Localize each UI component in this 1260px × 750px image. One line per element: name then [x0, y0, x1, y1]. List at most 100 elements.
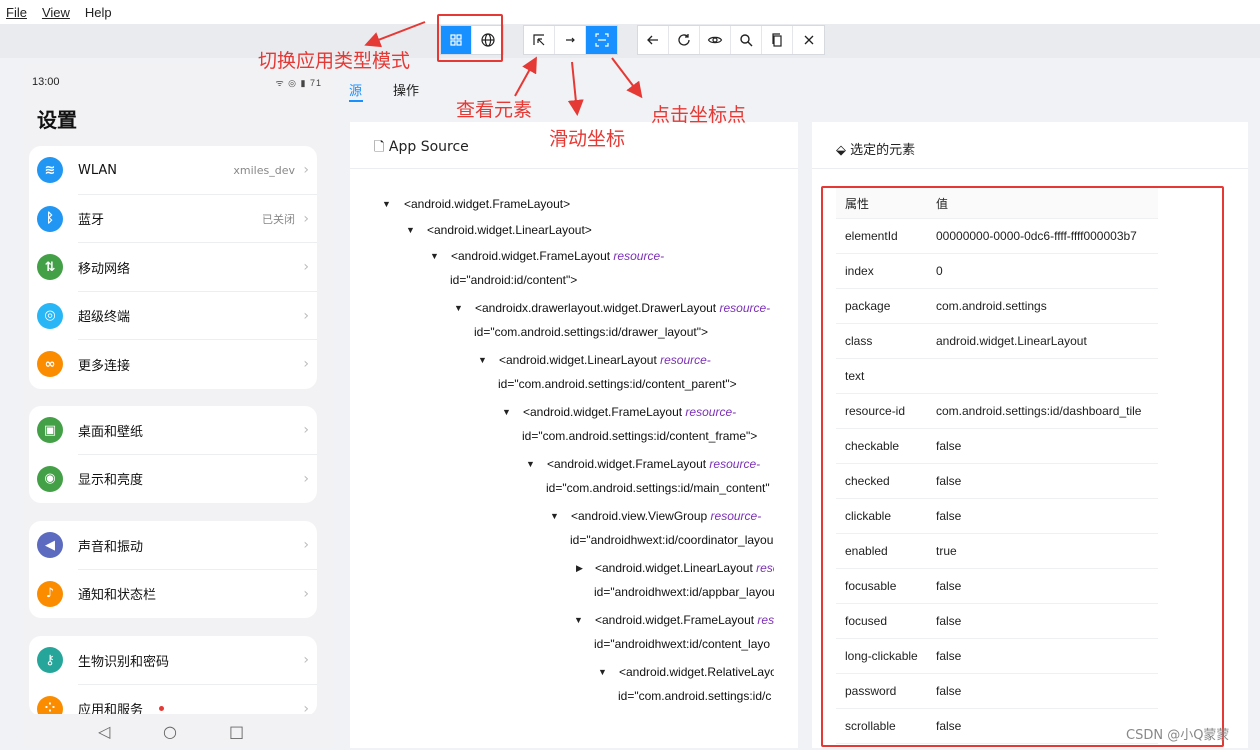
select-element-button[interactable] [524, 26, 555, 54]
chevron-right-icon: › [303, 470, 309, 487]
caret-right-icon[interactable]: ▶ [576, 556, 583, 580]
wallpaper-icon: ▣ [37, 417, 63, 444]
settings-item-sound[interactable]: ◀ 声音和振动 › [29, 521, 317, 570]
tree-node[interactable]: ▼ <androidx.drawerlayout.widget.DrawerLa… [454, 296, 770, 344]
menu-file[interactable]: File [6, 5, 27, 20]
app-source-title: App Source [388, 139, 469, 155]
watermark: CSDN @小Q蒙蒙 [1126, 728, 1230, 743]
tag-icon: ⬙ [836, 143, 846, 158]
arrow-inspect [514, 56, 537, 97]
arrow-swipe [567, 61, 584, 116]
tree-node[interactable]: ▼ <android.widget.FrameLayout reso id="a… [574, 608, 774, 656]
tap-coordinates-button[interactable] [586, 26, 617, 54]
show-hide-button[interactable] [700, 26, 731, 54]
back-button[interactable] [638, 26, 669, 54]
settings-item-label: 显示和亮度 [78, 473, 144, 489]
tab-actions[interactable]: 操作 [393, 80, 419, 99]
settings-item-super-device[interactable]: ◎ 超级终端 › [29, 292, 317, 340]
status-icons: ᯤ ◎ ▮ 71 [275, 78, 322, 88]
settings-card-sound: ◀ 声音和振动 › ♪ 通知和状态栏 › [29, 521, 317, 618]
red-dot-badge [159, 706, 164, 712]
chevron-right-icon: › [303, 652, 309, 669]
nav-back-icon[interactable]: ◁ [98, 722, 110, 741]
nav-recents-icon[interactable]: □ [229, 722, 244, 741]
caret-down-icon[interactable]: ▼ [406, 218, 415, 242]
tree-node[interactable]: ▼ <android.widget.FrameLayout> [382, 192, 570, 216]
caret-down-icon[interactable]: ▼ [478, 348, 487, 372]
notification-icon: ♪ [37, 580, 63, 607]
annotation-tap-label: 点击坐标点 [651, 104, 747, 126]
menu-view[interactable]: View [42, 5, 70, 20]
tree-node[interactable]: ▼ <android.widget.RelativeLayo id="com.a… [598, 660, 774, 706]
settings-item-label: 声音和振动 [78, 539, 144, 555]
tree-node[interactable]: ▼ <android.widget.LinearLayout resource-… [478, 348, 737, 396]
caret-down-icon[interactable]: ▼ [454, 296, 463, 320]
arrow-left-icon [647, 35, 658, 45]
annotation-swipe-label: 滑动坐标 [549, 128, 626, 150]
settings-item-value: 已关闭 [262, 212, 295, 226]
settings-item-more-connections[interactable]: ∞ 更多连接 › [29, 340, 317, 389]
selected-element-header: ⬙ 选定的元素 [812, 122, 1248, 169]
tab-source[interactable]: 源 [349, 80, 362, 99]
tree-node[interactable]: ▼ <android.widget.FrameLayout resource- … [502, 400, 757, 448]
annotation-mode-label: 切换应用类型模式 [258, 50, 411, 72]
chevron-right-icon: › [303, 210, 309, 227]
caret-down-icon[interactable]: ▼ [382, 192, 391, 216]
device-status-bar: 13:00 ᯤ ◎ ▮ 71 [32, 76, 322, 90]
chevron-right-icon: › [303, 356, 309, 373]
tree-node[interactable]: ▶ <android.widget.LinearLayout reso id="… [574, 556, 774, 604]
caret-down-icon[interactable]: ▼ [430, 244, 439, 268]
chevron-right-icon: › [303, 585, 309, 602]
settings-item-apps[interactable]: ⁘ 应用和服务 › [29, 685, 317, 716]
settings-item-label: 通知和状态栏 [78, 588, 157, 604]
caret-down-icon[interactable]: ▼ [574, 608, 583, 632]
settings-item-label: 生物识别和密码 [78, 654, 170, 670]
refresh-button[interactable] [669, 26, 700, 54]
settings-item-label: 桌面和壁纸 [78, 424, 144, 440]
search-button[interactable] [731, 26, 762, 54]
swipe-button[interactable] [555, 26, 586, 54]
settings-item-value: xmiles_dev [233, 163, 295, 177]
annotation-inspect-label: 查看元素 [456, 99, 533, 121]
chevron-right-icon: › [303, 422, 309, 439]
menu-help[interactable]: Help [85, 5, 112, 20]
tree-node[interactable]: ▼ <android.widget.LinearLayout> [406, 218, 592, 242]
settings-item-biometrics[interactable]: ⚷ 生物识别和密码 › [29, 636, 317, 685]
bluetooth-icon: ᛒ [37, 205, 63, 232]
search-icon [740, 34, 753, 47]
key-icon: ⚷ [37, 647, 63, 674]
status-time: 13:00 [32, 76, 60, 88]
caret-down-icon[interactable]: ▼ [502, 400, 511, 424]
copy-button[interactable] [762, 26, 793, 54]
wifi-icon: ≋ [37, 157, 63, 184]
tab-active-indicator [349, 100, 363, 102]
tree-node[interactable]: ▼ <android.view.ViewGroup resource- id="… [550, 504, 773, 552]
settings-item-notifications[interactable]: ♪ 通知和状态栏 › [29, 570, 317, 619]
annotation-box-mode [437, 14, 503, 62]
settings-card-connectivity: ≋ WLAN xmiles_dev › ᛒ 蓝牙 已关闭 › ⇅ 移动网络 › … [29, 146, 317, 389]
nav-home-icon[interactable]: ○ [163, 722, 177, 741]
settings-item-display[interactable]: ◉ 显示和亮度 › [29, 455, 317, 504]
source-tree: ▼ <android.widget.FrameLayout> ▼ <androi… [350, 170, 774, 706]
interaction-group [523, 25, 618, 55]
super-device-icon: ◎ [37, 302, 63, 329]
settings-item-wlan[interactable]: ≋ WLAN xmiles_dev › [29, 146, 317, 195]
caret-down-icon[interactable]: ▼ [598, 660, 607, 684]
annotation-box-attributes [821, 186, 1224, 747]
tree-node[interactable]: ▼ <android.widget.FrameLayout resource- … [526, 452, 770, 500]
eye-icon [707, 36, 723, 44]
caret-down-icon[interactable]: ▼ [550, 504, 559, 528]
settings-item-label: 更多连接 [78, 358, 131, 374]
app-source-panel: 🗋 App Source ▼ <android.widget.FrameLayo… [350, 122, 798, 748]
settings-item-bluetooth[interactable]: ᛒ 蓝牙 已关闭 › [29, 195, 317, 243]
settings-item-wallpaper[interactable]: ▣ 桌面和壁纸 › [29, 406, 317, 455]
device-screen[interactable]: 13:00 ᯤ ◎ ▮ 71 设置 ≋ WLAN xmiles_dev › ᛒ … [24, 64, 333, 748]
settings-item-label: WLAN [78, 162, 118, 178]
close-session-button[interactable] [793, 26, 824, 54]
settings-item-mobile-network[interactable]: ⇅ 移动网络 › [29, 243, 317, 292]
file-icon: 🗋 [374, 140, 385, 155]
arrow-right-icon [566, 37, 575, 43]
caret-down-icon[interactable]: ▼ [526, 452, 535, 476]
settings-item-label: 蓝牙 [78, 213, 105, 229]
tree-node[interactable]: ▼ <android.widget.FrameLayout resource- … [430, 244, 664, 292]
